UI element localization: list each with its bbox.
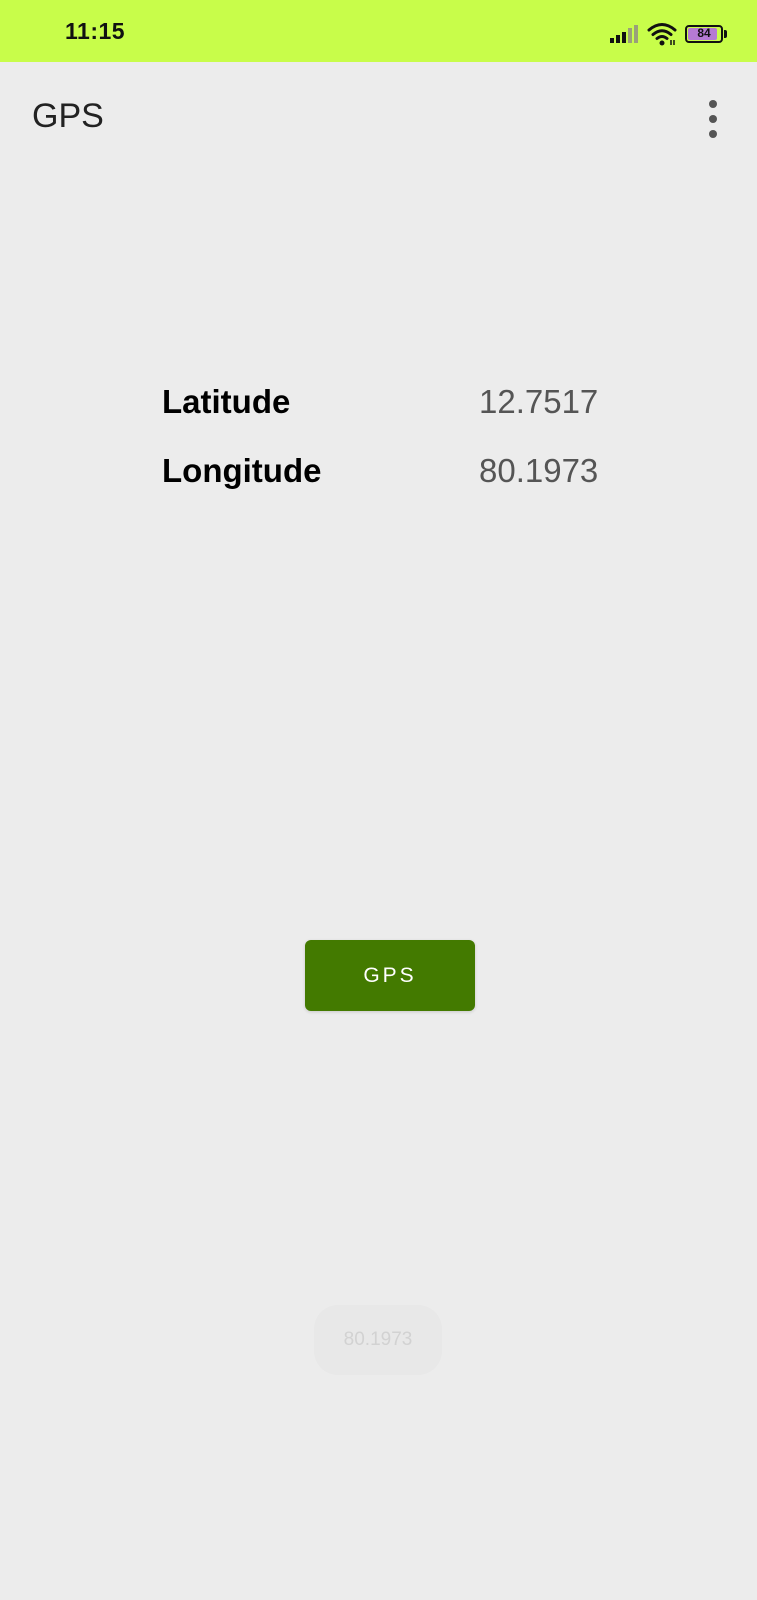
battery-level: 84 [697, 26, 711, 40]
longitude-row: Longitude 80.1973 [162, 452, 612, 502]
battery-icon: 84 [685, 24, 727, 44]
latitude-label: Latitude [162, 383, 291, 420]
wifi-icon [647, 23, 677, 46]
latitude-row: Latitude 12.7517 [162, 383, 612, 433]
app-title: GPS [32, 97, 104, 135]
status-bar: 11:15 84 [0, 0, 757, 62]
more-vert-icon[interactable] [705, 100, 721, 138]
latitude-value: 12.7517 [479, 383, 599, 420]
toast-message: 80.1973 [314, 1305, 442, 1375]
gps-button[interactable]: GPS [305, 940, 475, 1011]
status-icons: 84 [609, 20, 727, 48]
signal-icon [610, 25, 638, 43]
status-time: 11:15 [65, 18, 126, 44]
app-bar: GPS [0, 62, 757, 174]
longitude-value: 80.1973 [479, 452, 599, 489]
longitude-label: Longitude [162, 452, 322, 489]
